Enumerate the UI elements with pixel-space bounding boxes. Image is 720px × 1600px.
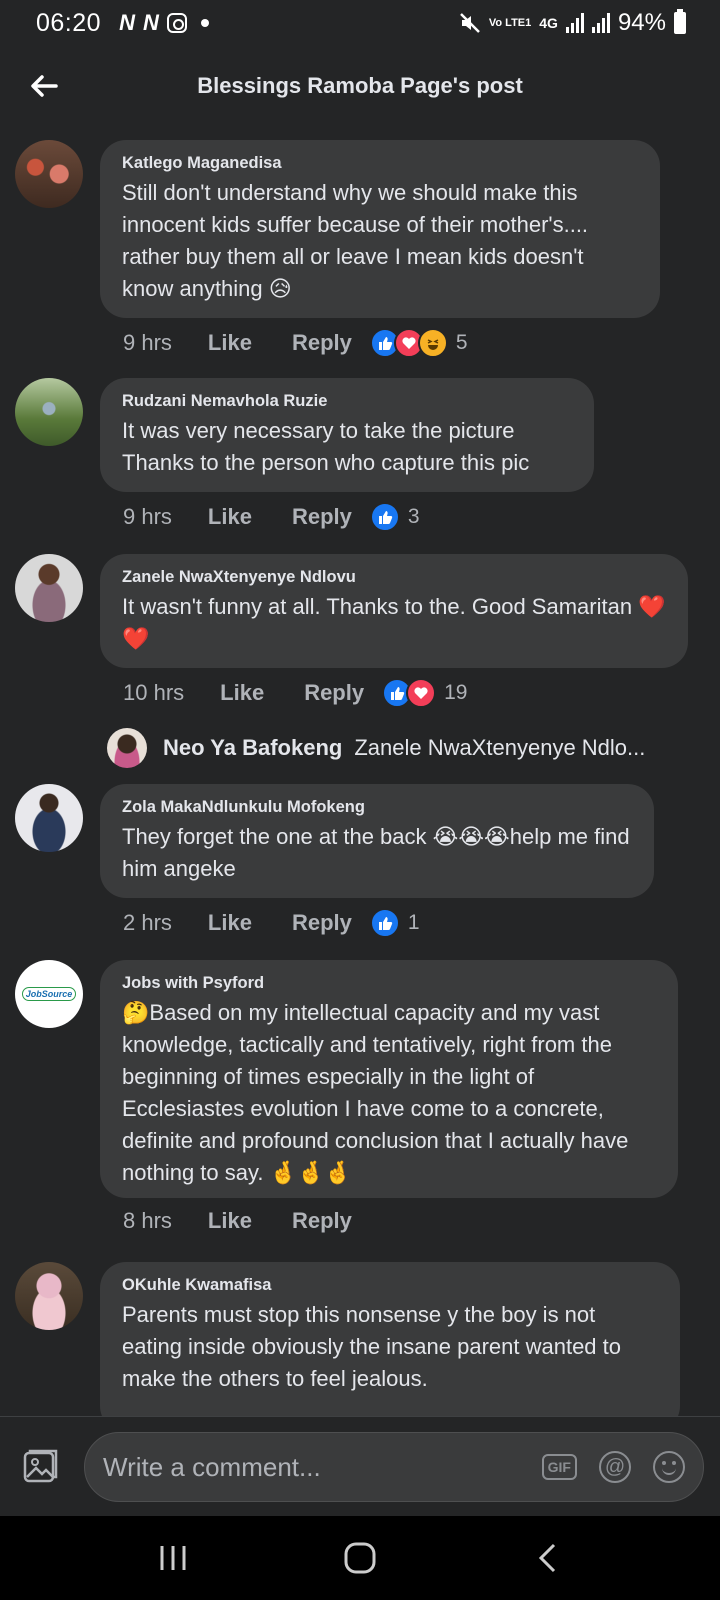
comment-text: 🤔Based on my intellectual capacity and m…: [122, 1000, 629, 1185]
comment-time[interactable]: 2 hrs: [123, 910, 172, 936]
reactions-summary[interactable]: 5: [369, 328, 468, 358]
network-type: 4G: [539, 15, 558, 31]
comment-author[interactable]: Zanele NwaXtenyenye Ndlovu: [122, 568, 666, 587]
like-reaction-icon: [369, 908, 400, 938]
reaction-count: 19: [444, 681, 468, 704]
volte-indicator: Vo LTE1: [488, 17, 532, 29]
home-button[interactable]: [330, 1528, 390, 1588]
reaction-count: 3: [407, 505, 420, 528]
like-button[interactable]: Like: [208, 504, 252, 530]
comment-bubble[interactable]: Rudzani Nemavhola Ruzie It was very nece…: [100, 378, 594, 492]
comment-actions: 8 hrs Like Reply: [123, 1208, 370, 1234]
comment-composer: Write a comment... GIF @: [0, 1416, 720, 1516]
comment-actions: 2 hrs Like Reply 1: [123, 908, 420, 938]
reply-preview[interactable]: Neo Ya Bafokeng Zanele NwaXtenyenye Ndlo…: [107, 728, 645, 768]
comment-bubble[interactable]: Zola MakaNdlunkulu Mofokeng They forget …: [100, 784, 654, 898]
notification-icons: N N: [119, 10, 209, 36]
avatar[interactable]: [15, 378, 83, 446]
status-bar: 06:20 N N Vo LTE1 4G 94%: [0, 0, 720, 46]
comment-text: It was very necessary to take the pictur…: [122, 418, 530, 475]
post-header: Blessings Ramoba Page's post: [0, 50, 720, 122]
comment-text: Still don't understand why we should mak…: [122, 180, 589, 301]
recent-apps-icon: [160, 1546, 186, 1570]
comment-text: It wasn't funny at all. Thanks to the. G…: [122, 594, 666, 651]
like-button[interactable]: Like: [208, 910, 252, 936]
comment-author[interactable]: Zola MakaNdlunkulu Mofokeng: [122, 798, 632, 817]
comment-actions: 9 hrs Like Reply 3: [123, 502, 420, 532]
back-chevron-icon: [538, 1543, 555, 1573]
mention-icon[interactable]: @: [599, 1451, 631, 1483]
page-title: Blessings Ramoba Page's post: [197, 73, 523, 98]
avatar[interactable]: [15, 140, 83, 208]
like-button[interactable]: Like: [208, 330, 252, 356]
signal-icon: [565, 13, 584, 33]
haha-reaction-icon: [417, 328, 448, 358]
comment-text: Parents must stop this nonsense y the bo…: [122, 1302, 622, 1391]
comment-input[interactable]: Write a comment... GIF @: [84, 1432, 704, 1502]
comment-bubble[interactable]: Jobs with Psyford 🤔Based on my intellect…: [100, 960, 678, 1198]
comment-time[interactable]: 9 hrs: [123, 504, 172, 530]
comment-time[interactable]: 9 hrs: [123, 330, 172, 356]
reply-button[interactable]: Reply: [292, 330, 352, 356]
mute-icon: [460, 13, 480, 33]
back-nav-button[interactable]: [517, 1528, 577, 1588]
home-icon: [344, 1542, 376, 1574]
netflix-notification-icon: N: [142, 10, 159, 35]
comment-actions: 10 hrs Like Reply 19: [123, 678, 467, 708]
avatar[interactable]: [15, 784, 83, 852]
recent-apps-button[interactable]: [143, 1528, 203, 1588]
battery-percent: 94%: [617, 9, 666, 36]
comment-input-placeholder: Write a comment...: [103, 1451, 321, 1482]
composer-icons: GIF @: [541, 1451, 685, 1483]
comment-author[interactable]: Rudzani Nemavhola Ruzie: [122, 392, 572, 411]
status-time: 06:20: [36, 8, 102, 37]
gif-icon[interactable]: GIF: [541, 1454, 577, 1480]
comment-bubble[interactable]: OKuhle Kwamafisa Parents must stop this …: [100, 1262, 680, 1416]
reply-button[interactable]: Reply: [304, 680, 364, 706]
reactions-summary[interactable]: 1: [369, 908, 420, 938]
comment-author[interactable]: Jobs with Psyford: [122, 974, 656, 993]
comment-actions: 9 hrs Like Reply 5: [123, 328, 468, 358]
avatar[interactable]: JobSource: [15, 960, 83, 1028]
reply-button[interactable]: Reply: [292, 504, 352, 530]
comments-list[interactable]: Katlego Maganedisa Still don't understan…: [0, 136, 720, 1416]
comment-author[interactable]: OKuhle Kwamafisa: [122, 1276, 658, 1295]
system-nav-bar: [0, 1516, 720, 1600]
reply-button[interactable]: Reply: [292, 910, 352, 936]
back-arrow-icon: [31, 75, 58, 97]
love-reaction-icon: [406, 678, 437, 708]
like-button[interactable]: Like: [208, 1208, 252, 1234]
reply-text: Zanele NwaXtenyenye Ndlo...: [354, 735, 646, 760]
comment-author[interactable]: Katlego Maganedisa: [122, 154, 638, 173]
netflix-notification-icon: N: [119, 10, 135, 35]
comment-bubble[interactable]: Katlego Maganedisa Still don't understan…: [100, 140, 660, 318]
emoji-icon[interactable]: [653, 1451, 685, 1483]
reaction-count: 1: [407, 911, 420, 934]
photo-icon: [23, 1449, 58, 1483]
reply-button[interactable]: Reply: [292, 1208, 352, 1234]
battery-icon: [674, 9, 686, 34]
add-photo-button[interactable]: [22, 1447, 60, 1485]
status-right: Vo LTE1 4G 94%: [459, 9, 686, 37]
avatar[interactable]: [15, 554, 83, 622]
signal-icon: [591, 13, 610, 33]
comment-bubble[interactable]: Zanele NwaXtenyenye Ndlovu It wasn't fun…: [100, 554, 688, 668]
reply-author[interactable]: Neo Ya Bafokeng: [163, 735, 342, 761]
back-button[interactable]: [26, 68, 62, 104]
reactions-summary[interactable]: 3: [369, 502, 420, 532]
comment-text: They forget the one at the back 😭😭😭help …: [122, 824, 630, 881]
comment-time[interactable]: 10 hrs: [123, 680, 184, 706]
more-notifications-dot-icon: [200, 19, 209, 27]
reaction-count: 5: [455, 331, 468, 354]
comment-time[interactable]: 8 hrs: [123, 1208, 172, 1234]
instagram-notification-icon: [166, 13, 187, 33]
reactions-summary[interactable]: 19: [382, 678, 467, 708]
like-reaction-icon: [369, 502, 400, 532]
status-left: 06:20 N N: [36, 9, 209, 38]
reply-avatar[interactable]: [107, 728, 147, 768]
avatar[interactable]: [15, 1262, 83, 1330]
like-button[interactable]: Like: [220, 680, 264, 706]
jobsource-logo: JobSource: [21, 987, 77, 1001]
